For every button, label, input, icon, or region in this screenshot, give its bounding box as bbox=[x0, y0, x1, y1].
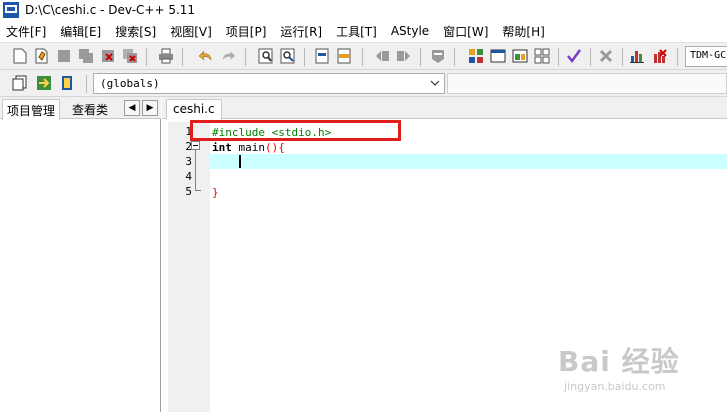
new-file-icon[interactable] bbox=[10, 46, 30, 66]
text-caret bbox=[239, 155, 241, 168]
code-line-2: int main(){ bbox=[212, 140, 285, 155]
baidu-jingyan-watermark: Bai 经验 jingyan.baidu.com bbox=[558, 340, 718, 400]
redo-icon[interactable] bbox=[218, 46, 238, 66]
stop-icon[interactable] bbox=[596, 46, 616, 66]
menu-view[interactable]: 视图[V] bbox=[170, 23, 212, 40]
toolbar-separator bbox=[590, 48, 591, 66]
menu-tools[interactable]: 工具[T] bbox=[336, 23, 377, 40]
fold-line bbox=[195, 150, 196, 190]
toolbar-separator bbox=[558, 48, 559, 66]
delete-profile-icon[interactable] bbox=[650, 46, 670, 66]
profile-chart-icon[interactable] bbox=[627, 46, 647, 66]
close-brace: } bbox=[212, 186, 219, 199]
fold-toggle-icon[interactable] bbox=[191, 141, 200, 150]
class-toolbar: (globals) bbox=[0, 70, 727, 97]
check-syntax-icon[interactable] bbox=[564, 46, 584, 66]
tab-classes[interactable]: 查看类 bbox=[68, 99, 112, 119]
main-toolbar: TDM-GCC bbox=[0, 42, 727, 70]
project-panel-tabs: 项目管理 查看类 ◀ ▶ bbox=[0, 97, 161, 120]
goto-declaration-icon[interactable] bbox=[34, 73, 54, 93]
devcpp-app-icon bbox=[3, 2, 19, 18]
insert-icon[interactable] bbox=[10, 73, 30, 93]
replace-icon[interactable] bbox=[278, 46, 298, 66]
compiler-select[interactable]: TDM-GCC bbox=[685, 46, 727, 67]
bookmark-icon[interactable] bbox=[334, 46, 354, 66]
active-line-highlight bbox=[210, 154, 727, 169]
line-number: 2 bbox=[185, 140, 192, 153]
indent-left-icon[interactable] bbox=[372, 46, 392, 66]
menu-window[interactable]: 窗口[W] bbox=[443, 23, 488, 40]
menu-file[interactable]: 文件[F] bbox=[6, 23, 46, 40]
toolbar-separator bbox=[146, 48, 147, 66]
annotation-highlight-box bbox=[190, 120, 401, 141]
undo-icon[interactable] bbox=[196, 46, 216, 66]
tab-scroll-right-button[interactable]: ▶ bbox=[142, 100, 158, 116]
toolbar-separator bbox=[245, 48, 246, 66]
title-bar: D:\C\ceshi.c - Dev-C++ 5.11 bbox=[0, 0, 727, 20]
save-all-icon[interactable] bbox=[76, 46, 96, 66]
chevron-down-icon bbox=[430, 80, 440, 86]
toolbar-separator bbox=[304, 48, 305, 66]
scope-select-value: (globals) bbox=[100, 77, 160, 90]
window-icon[interactable] bbox=[488, 46, 508, 66]
toolbar-separator bbox=[362, 48, 363, 66]
editor-tabs: ceshi.c bbox=[162, 97, 727, 120]
menu-bar: 文件[F] 编辑[E] 搜索[S] 视图[V] 项目[P] 运行[R] 工具[T… bbox=[0, 20, 727, 42]
menu-search[interactable]: 搜索[S] bbox=[115, 23, 156, 40]
code-line-5: } bbox=[212, 185, 219, 200]
keyword-int: int bbox=[212, 141, 232, 154]
members-select[interactable] bbox=[447, 73, 727, 94]
scope-select[interactable]: (globals) bbox=[93, 73, 445, 94]
grid-icon[interactable] bbox=[532, 46, 552, 66]
tab-scroll-left-button[interactable]: ◀ bbox=[124, 100, 140, 116]
toolbar-separator bbox=[677, 48, 678, 66]
menu-project[interactable]: 项目[P] bbox=[226, 23, 267, 40]
watermark-url: jingyan.baidu.com bbox=[564, 380, 666, 393]
parentheses: () bbox=[265, 141, 279, 154]
indent-right-icon[interactable] bbox=[394, 46, 414, 66]
project-options-icon[interactable] bbox=[510, 46, 530, 66]
editor-tab-ceshi[interactable]: ceshi.c bbox=[166, 99, 222, 120]
save-icon[interactable] bbox=[54, 46, 74, 66]
tab-project[interactable]: 项目管理 bbox=[2, 99, 61, 120]
print-icon[interactable] bbox=[156, 46, 176, 66]
toolbar-separator bbox=[420, 48, 421, 66]
menu-help[interactable]: 帮助[H] bbox=[502, 23, 544, 40]
close-file-icon[interactable] bbox=[98, 46, 118, 66]
menu-edit[interactable]: 编辑[E] bbox=[60, 23, 101, 40]
toolbar-separator bbox=[454, 48, 455, 66]
toggle-comment-icon[interactable] bbox=[428, 46, 448, 66]
menu-astyle[interactable]: AStyle bbox=[391, 24, 429, 38]
project-panel: 项目管理 查看类 ◀ ▶ bbox=[0, 97, 161, 412]
close-all-icon[interactable] bbox=[120, 46, 140, 66]
fold-end bbox=[195, 190, 201, 191]
line-gutter: 1 2 3 4 5 bbox=[168, 122, 210, 412]
goto-line-icon[interactable] bbox=[312, 46, 332, 66]
toolbar-separator bbox=[622, 48, 623, 66]
open-brace: { bbox=[278, 141, 285, 154]
line-number: 4 bbox=[185, 170, 192, 183]
find-icon[interactable] bbox=[256, 46, 276, 66]
toolbar-separator bbox=[182, 48, 183, 66]
line-number: 5 bbox=[185, 185, 192, 198]
function-name: main bbox=[231, 141, 265, 154]
menu-run[interactable]: 运行[R] bbox=[280, 23, 322, 40]
new-project-icon[interactable] bbox=[466, 46, 486, 66]
toolbar-separator bbox=[86, 75, 87, 93]
window-title: D:\C\ceshi.c - Dev-C++ 5.11 bbox=[25, 3, 196, 17]
open-file-icon[interactable] bbox=[32, 46, 52, 66]
line-number: 3 bbox=[185, 155, 192, 168]
goto-definition-icon[interactable] bbox=[57, 73, 77, 93]
watermark-logo: Bai 经验 bbox=[558, 345, 680, 378]
